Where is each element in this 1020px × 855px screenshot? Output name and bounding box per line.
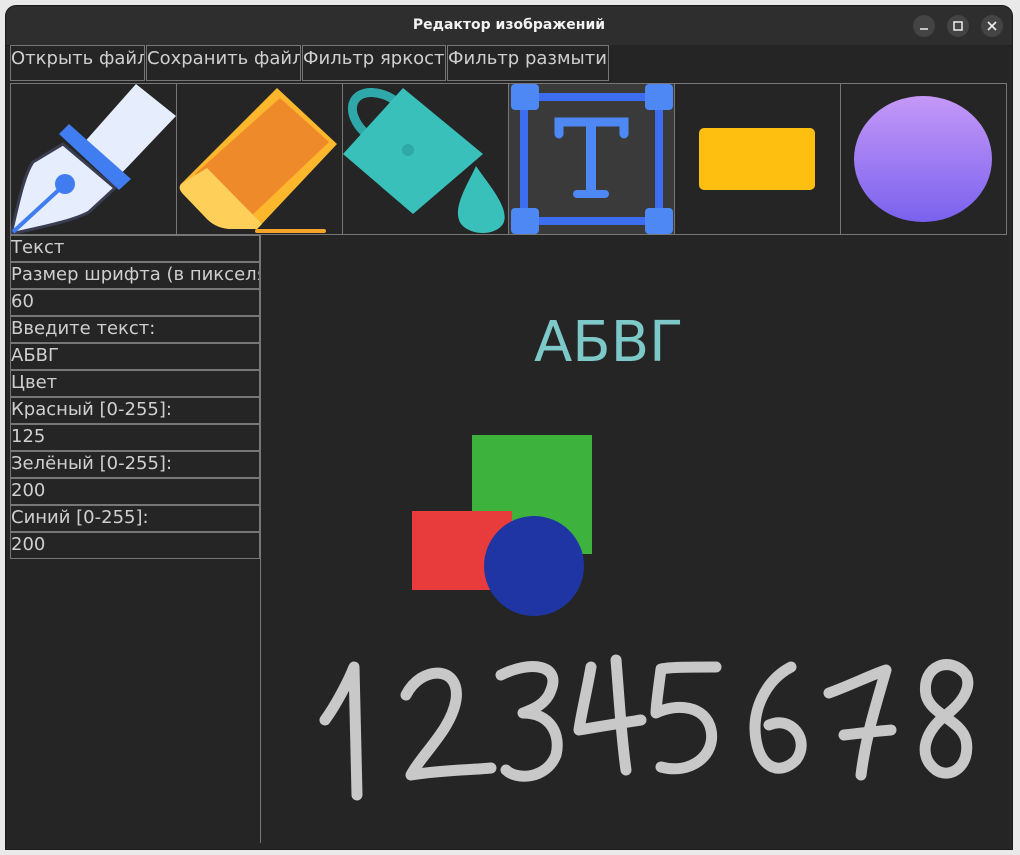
save-file-button[interactable]: Сохранить файл — [146, 45, 301, 81]
red-label: Красный [0-255]: — [10, 397, 260, 424]
handwritten-digits — [319, 654, 974, 801]
canvas-drawing — [319, 435, 974, 801]
font-size-input[interactable]: 60 — [10, 289, 260, 316]
blue-input[interactable]: 200 — [10, 532, 260, 559]
main-content: Открыть файл Сохранить файл Фильтр яркос… — [10, 45, 1008, 843]
fountain-pen-icon — [11, 84, 176, 234]
title-bar[interactable]: Редактор изображений — [6, 6, 1012, 46]
blur-filter-label: Фильтр размытия — [448, 48, 609, 69]
window-title: Редактор изображений — [412, 17, 606, 33]
minimize-icon — [920, 28, 928, 30]
minimize-button[interactable] — [913, 15, 935, 37]
ellipse-tool-button[interactable] — [840, 83, 1007, 235]
green-label: Зелёный [0-255]: — [10, 451, 260, 478]
pen-tool-button[interactable] — [10, 83, 177, 235]
properties-panel: Текст Размер шрифта (в пикселя 60 Введит… — [10, 235, 261, 843]
maximize-icon — [953, 21, 963, 31]
color-section-heading: Цвет — [10, 370, 260, 397]
text-input[interactable]: АБВГ — [10, 343, 260, 370]
text-box-icon — [511, 84, 673, 234]
red-input[interactable]: 125 — [10, 424, 260, 451]
blue-circle — [484, 516, 584, 616]
text-tool-button[interactable] — [508, 83, 675, 235]
green-input[interactable]: 200 — [10, 478, 260, 505]
rectangle-icon — [699, 128, 815, 190]
tool-bar — [10, 83, 1007, 235]
text-input-label: Введите текст: — [10, 316, 260, 343]
drawing-canvas[interactable]: АБВГ — [261, 235, 1008, 843]
brightness-filter-label: Фильтр яркости — [303, 48, 446, 69]
save-file-label: Сохранить файл — [147, 48, 301, 69]
app-window: Редактор изображений Открыть файл Сохран… — [6, 6, 1012, 849]
blue-label: Синий [0-255]: — [10, 505, 260, 532]
maximize-button[interactable] — [947, 15, 969, 37]
brightness-filter-button[interactable]: Фильтр яркости — [302, 45, 446, 81]
close-icon — [987, 21, 997, 31]
rectangle-tool-button[interactable] — [674, 83, 841, 235]
text-section-heading: Текст — [10, 235, 260, 262]
eraser-tool-button[interactable] — [176, 83, 343, 235]
font-size-label: Размер шрифта (в пикселя — [10, 262, 260, 289]
blur-filter-button[interactable]: Фильтр размытия — [447, 45, 609, 81]
ellipse-icon — [854, 96, 992, 222]
paint-bucket-icon — [343, 87, 505, 233]
open-file-label: Открыть файл — [11, 48, 145, 69]
fill-tool-button[interactable] — [342, 83, 509, 235]
eraser-icon — [179, 88, 337, 233]
close-button[interactable] — [981, 15, 1003, 37]
open-file-button[interactable]: Открыть файл — [10, 45, 145, 81]
